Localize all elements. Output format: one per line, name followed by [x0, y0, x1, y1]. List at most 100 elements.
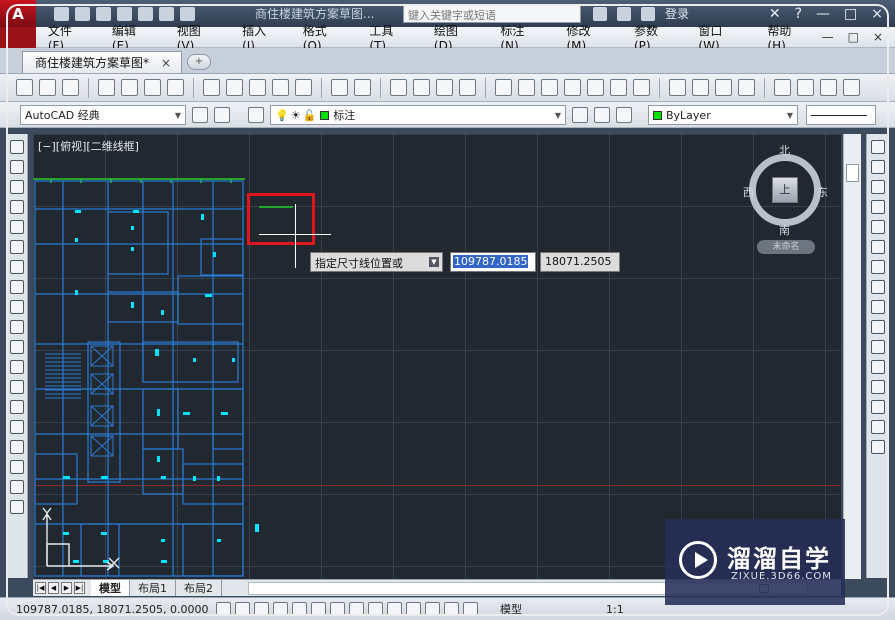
polar-tracking-icon[interactable]	[292, 602, 307, 616]
hatch-icon[interactable]	[9, 420, 24, 434]
angular-dimension-icon[interactable]	[843, 79, 860, 96]
search-input[interactable]: 键入关键字或短语	[403, 4, 581, 23]
exchange-icon[interactable]: ✕	[769, 6, 781, 22]
transparency-icon[interactable]	[425, 602, 440, 616]
zoom-realtime-icon[interactable]	[413, 79, 430, 96]
layer-manager-icon[interactable]	[248, 107, 264, 123]
compass-south[interactable]: 南	[779, 222, 790, 238]
save-icon[interactable]	[62, 79, 79, 96]
object-snap-icon[interactable]	[311, 602, 326, 616]
spline-icon[interactable]	[9, 300, 24, 314]
redo-icon[interactable]	[180, 6, 195, 21]
quickcalc-icon[interactable]	[610, 79, 627, 96]
selection-cycling-icon[interactable]	[463, 602, 478, 616]
sheet-set-icon[interactable]	[564, 79, 581, 96]
layer-select[interactable]: 💡 ☀ 🔓 标注 ▼	[270, 105, 566, 125]
tab-model[interactable]: 模型	[91, 580, 130, 596]
table-icon[interactable]	[9, 480, 24, 494]
coordinate-readout[interactable]: 109787.0185, 18071.2505, 0.0000	[16, 603, 216, 616]
erase-icon[interactable]	[870, 140, 885, 154]
save-icon[interactable]	[96, 6, 111, 21]
undo-icon[interactable]	[159, 6, 174, 21]
make-block-icon[interactable]	[9, 380, 24, 394]
diameter-dimension-icon[interactable]	[820, 79, 837, 96]
3d-print-icon[interactable]	[167, 79, 184, 96]
document-tab[interactable]: 商住楼建筑方案草图* ×	[22, 51, 182, 73]
open-icon[interactable]	[39, 79, 56, 96]
star-icon[interactable]	[617, 6, 631, 21]
linear-dimension-icon[interactable]	[669, 79, 686, 96]
annotation-scale[interactable]: 1:1	[606, 603, 624, 616]
grid-display-icon[interactable]	[254, 602, 269, 616]
explode-icon[interactable]	[870, 440, 885, 454]
toolbar-lock-icon[interactable]	[214, 107, 230, 123]
print-icon[interactable]	[138, 6, 153, 21]
doc-close-button[interactable]: ×	[873, 30, 883, 44]
jogged-dimension-icon[interactable]	[797, 79, 814, 96]
make-current-icon[interactable]	[572, 107, 588, 123]
paste-icon[interactable]	[249, 79, 266, 96]
new-file-icon[interactable]	[54, 6, 69, 21]
markup-icon[interactable]	[587, 79, 604, 96]
ucs-menu-button[interactable]: 未命名	[757, 240, 815, 254]
publish-icon[interactable]	[144, 79, 161, 96]
tab-layout1[interactable]: 布局1	[130, 580, 176, 596]
aligned-dimension-icon[interactable]	[692, 79, 709, 96]
options-arrow-icon[interactable]: ▼	[429, 257, 439, 267]
doc-minimize-button[interactable]: —	[822, 30, 834, 44]
extend-icon[interactable]	[870, 340, 885, 354]
circle-icon[interactable]	[9, 260, 24, 274]
workspace-settings-icon[interactable]	[192, 107, 208, 123]
pan-icon[interactable]	[390, 79, 407, 96]
scale-icon[interactable]	[870, 280, 885, 294]
workspace-select[interactable]: AutoCAD 经典 ▼	[20, 105, 186, 125]
maximize-button[interactable]: □	[844, 6, 857, 22]
zoom-previous-icon[interactable]	[459, 79, 476, 96]
break-icon[interactable]	[870, 360, 885, 374]
layer-previous-icon[interactable]	[594, 107, 610, 123]
zoom-window-icon[interactable]	[436, 79, 453, 96]
user-icon[interactable]	[641, 6, 655, 21]
multiline-text-icon[interactable]	[9, 500, 24, 514]
stretch-icon[interactable]	[870, 300, 885, 314]
cut-icon[interactable]	[203, 79, 220, 96]
color-select[interactable]: ByLayer ▼	[648, 105, 798, 125]
object-snap-tracking-icon[interactable]	[349, 602, 364, 616]
arc-icon[interactable]	[9, 240, 24, 254]
binoculars-icon[interactable]	[593, 6, 607, 21]
ordinate-dimension-icon[interactable]	[738, 79, 755, 96]
next-tab-icon[interactable]: ▶	[61, 582, 72, 594]
snap-mode-icon[interactable]	[235, 602, 250, 616]
plot-icon[interactable]	[98, 79, 115, 96]
new-icon[interactable]	[16, 79, 33, 96]
help-icon[interactable]: ?	[795, 6, 802, 22]
quick-properties-icon[interactable]	[444, 602, 459, 616]
dynamic-input-icon[interactable]	[387, 602, 402, 616]
compass-west[interactable]: 西	[743, 184, 754, 200]
mirror-icon[interactable]	[870, 180, 885, 194]
dynamic-input-y-field[interactable]: 18071.2505	[540, 252, 620, 272]
vertical-scroll-thumb[interactable]	[846, 164, 859, 182]
help-icon[interactable]	[633, 79, 650, 96]
layer-states-icon[interactable]	[616, 107, 632, 123]
radius-dimension-icon[interactable]	[774, 79, 791, 96]
move-icon[interactable]	[870, 240, 885, 254]
compass-north[interactable]: 北	[779, 142, 790, 158]
tab-layout2[interactable]: 布局2	[176, 580, 222, 596]
last-tab-icon[interactable]: ▶|	[74, 582, 85, 594]
plot-preview-icon[interactable]	[121, 79, 138, 96]
viewcube[interactable]: 上 北 南 西 东 未命名	[739, 142, 831, 262]
array-icon[interactable]	[870, 220, 885, 234]
copy-icon[interactable]	[226, 79, 243, 96]
undo-icon[interactable]	[331, 79, 348, 96]
save-as-icon[interactable]	[117, 6, 132, 21]
design-center-icon[interactable]	[518, 79, 535, 96]
chamfer-icon[interactable]	[870, 400, 885, 414]
match-properties-icon[interactable]	[272, 79, 289, 96]
offset-icon[interactable]	[870, 200, 885, 214]
infer-constraints-icon[interactable]	[216, 602, 231, 616]
rotate-icon[interactable]	[870, 260, 885, 274]
lineweight-icon[interactable]	[406, 602, 421, 616]
drawing-canvas[interactable]: [−][俯视][二维线框] 指定尺寸线位置或 ▼ 109787.0185 180…	[33, 134, 841, 579]
copy-object-icon[interactable]	[870, 160, 885, 174]
